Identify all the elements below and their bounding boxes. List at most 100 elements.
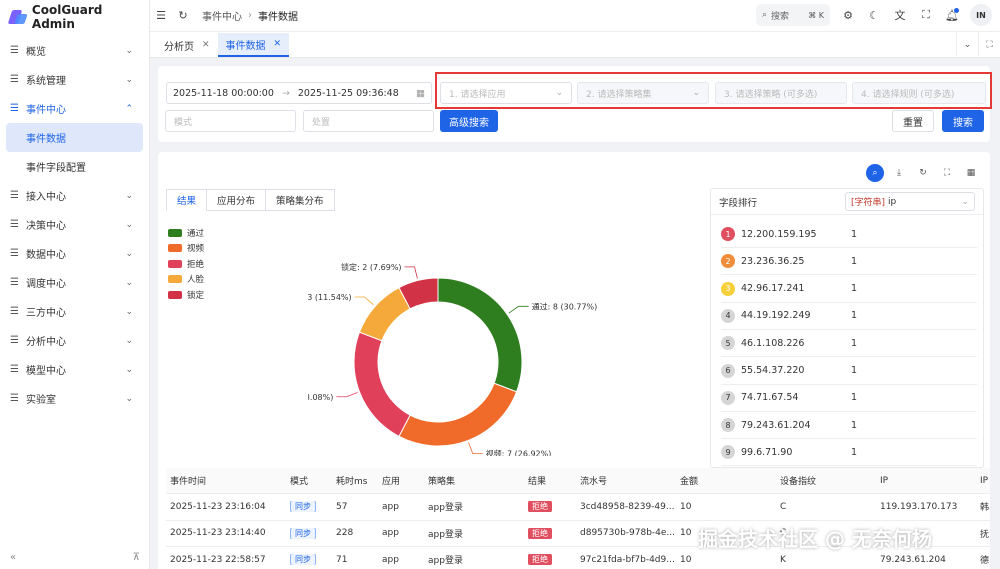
rank-ip: 55.54.37.220 — [741, 365, 805, 376]
refresh-icon[interactable]: ↻ — [172, 9, 194, 22]
column-header[interactable]: 耗时ms — [332, 474, 378, 487]
tab-analysis[interactable]: 分析页 ✕ — [156, 33, 218, 57]
grid-settings-icon[interactable]: ▦ — [962, 164, 980, 182]
chevron-down-icon: ⌄ — [125, 45, 133, 56]
rank-count: 1 — [851, 365, 858, 376]
ranking-row[interactable]: 2 23.236.36.25 1 — [721, 248, 977, 276]
sidebar-item-model[interactable]: ☰ 模型中心 ⌄ — [0, 355, 149, 384]
avatar[interactable]: IN — [970, 4, 992, 26]
ranking-row[interactable]: 9 99.6.71.90 1 — [721, 439, 977, 467]
mode-input[interactable]: 模式 — [165, 110, 296, 132]
disposal-input[interactable]: 处置 — [303, 110, 434, 132]
tab-event-data[interactable]: 事件数据 ✕ — [217, 33, 290, 57]
menu-icon: ☰ — [10, 74, 19, 85]
sidebar-item-analysis[interactable]: ☰ 分析中心 ⌄ — [0, 326, 149, 355]
column-header[interactable]: 事件时间 — [166, 474, 286, 487]
ranking-row[interactable]: 4 44.19.192.249 1 — [721, 303, 977, 330]
column-header[interactable]: 模式 — [286, 474, 332, 487]
sidebar-item-schedule[interactable]: ☰ 调度中心 ⌄ — [0, 268, 149, 297]
language-icon[interactable]: 文 — [892, 7, 908, 23]
app-logo[interactable]: CoolGuard Admin — [0, 0, 149, 34]
field-name: ip — [888, 196, 897, 207]
column-header[interactable]: IP — [976, 476, 990, 486]
fullscreen-icon[interactable]: ⛶ — [938, 164, 956, 182]
column-header[interactable]: IP — [876, 476, 976, 486]
refresh-icon[interactable]: ↻ — [914, 164, 932, 182]
menu-toggle-icon[interactable]: ☰ — [150, 9, 172, 22]
sidebar-item-decision[interactable]: ☰ 决策中心 ⌄ — [0, 210, 149, 239]
column-header[interactable]: 金额 — [676, 474, 776, 487]
column-header[interactable]: 结果 — [524, 474, 576, 487]
sidebar-item-label: 系统管理 — [26, 76, 66, 87]
column-header[interactable]: 设备指纹 — [776, 474, 876, 487]
legend-item[interactable]: 锁定 — [168, 287, 204, 303]
menu-icon: ☰ — [10, 45, 19, 56]
sidebar-item-third-party[interactable]: ☰ 三方中心 ⌄ — [0, 297, 149, 326]
ranking-row[interactable]: 8 79.243.61.204 1 — [721, 412, 977, 440]
date-range-picker[interactable]: 2025-11-18 00:00:00 → 2025-11-25 09:36:4… — [166, 82, 432, 104]
fullscreen-icon[interactable]: ⛶ — [918, 8, 934, 22]
table-cell: 拒绝 — [524, 501, 576, 513]
column-header[interactable]: 策略集 — [424, 474, 524, 487]
chevron-down-icon: ⌄ — [125, 393, 133, 404]
breadcrumb-separator-icon: › — [248, 10, 252, 21]
sidebar-item-label: 调度中心 — [26, 279, 66, 290]
dark-mode-icon[interactable]: ☾ — [866, 9, 882, 22]
tab-dropdown-icon[interactable]: ⌄ — [956, 32, 978, 58]
donut-slice[interactable] — [353, 331, 411, 438]
ranking-row[interactable]: 6 55.54.37.220 1 — [721, 358, 977, 385]
ranking-row[interactable]: 7 74.71.67.54 1 — [721, 385, 977, 412]
sidebar-item-label: 分析中心 — [26, 337, 66, 348]
search-icon[interactable]: ⌕ — [866, 164, 884, 182]
search-button[interactable]: 搜索 — [942, 110, 984, 132]
maximize-icon[interactable]: ⛶ — [978, 32, 1000, 58]
chart-tab-app[interactable]: 应用分布 — [207, 189, 267, 211]
close-icon[interactable]: ✕ — [202, 40, 210, 50]
collapse-sidebar-icon[interactable]: « — [10, 552, 16, 563]
table-cell: app — [382, 528, 399, 539]
table-cell: app登录 — [428, 556, 463, 567]
pin-icon[interactable]: ⊼ — [133, 552, 140, 563]
label-leader-line — [354, 296, 374, 306]
sidebar-item-lab[interactable]: ☰ 实验室 ⌄ — [0, 384, 149, 413]
ranking-row[interactable]: 1 12.200.159.195 1 — [721, 221, 977, 248]
sidebar-subitem-event-data[interactable]: 事件数据 — [6, 123, 143, 152]
ranking-field-select[interactable]: [字符串] ip ⌄ — [845, 192, 975, 211]
table-row[interactable]: 2025-11-23 23:16:04 同步 57 app app登录 拒绝 3cd4895… — [166, 494, 990, 521]
sidebar-item-data[interactable]: ☰ 数据中心 ⌄ — [0, 239, 149, 268]
sidebar-item-overview[interactable]: ☰ 概览 ⌄ — [0, 36, 149, 65]
chart-tab-result[interactable]: 结果 — [166, 189, 208, 211]
legend-item[interactable]: 视频 — [168, 241, 204, 257]
sidebar-item-system[interactable]: ☰ 系统管理 ⌄ — [0, 65, 149, 94]
advanced-search-button[interactable]: 高级搜索 — [440, 110, 498, 132]
sidebar-item-label: 三方中心 — [26, 308, 66, 319]
rank-count: 1 — [851, 392, 858, 404]
legend-item[interactable]: 通过 — [168, 225, 204, 241]
column-header[interactable]: 流水号 — [576, 474, 676, 487]
donut-slice[interactable] — [437, 277, 523, 393]
legend-item[interactable]: 人脸 — [168, 272, 204, 288]
chart-tab-policy-set[interactable]: 策略集分布 — [266, 189, 335, 211]
download-icon[interactable]: ⤓ — [890, 164, 908, 182]
ranking-row[interactable]: 5 46.1.108.226 1 — [721, 330, 977, 358]
table-cell: 2025-11-23 23:16:04 — [170, 501, 266, 512]
column-header[interactable]: 应用 — [378, 474, 424, 487]
notification-bell-icon[interactable]: 🔔︎ — [944, 7, 960, 22]
slice-label: 锁定: 2 (7.69%) — [341, 262, 402, 272]
donut-slice[interactable] — [398, 382, 518, 447]
ranking-row[interactable]: 3 42.96.17.241 1 — [721, 276, 977, 303]
settings-icon[interactable]: ⚙ — [840, 9, 856, 22]
global-search[interactable]: ⌕ 搜索 ⌘ K — [756, 4, 830, 26]
breadcrumb-item[interactable]: 事件中心 — [202, 8, 242, 23]
legend-label: 拒绝 — [187, 259, 205, 270]
reset-button[interactable]: 重置 — [892, 110, 934, 132]
close-icon[interactable]: ✕ — [274, 39, 282, 49]
legend-item[interactable]: 拒绝 — [168, 256, 204, 272]
donut-slice[interactable] — [358, 286, 411, 342]
legend-swatch — [168, 275, 182, 284]
sidebar-subitem-event-field-config[interactable]: 事件字段配置 — [0, 152, 149, 181]
table-cell: 同步 — [286, 501, 332, 513]
sidebar-item-event-center[interactable]: ☰ 事件中心 ⌃ — [0, 94, 149, 123]
slice-label: 人脸: 3 (11.54%) — [308, 292, 352, 302]
sidebar-item-access[interactable]: ☰ 接入中心 ⌄ — [0, 181, 149, 210]
